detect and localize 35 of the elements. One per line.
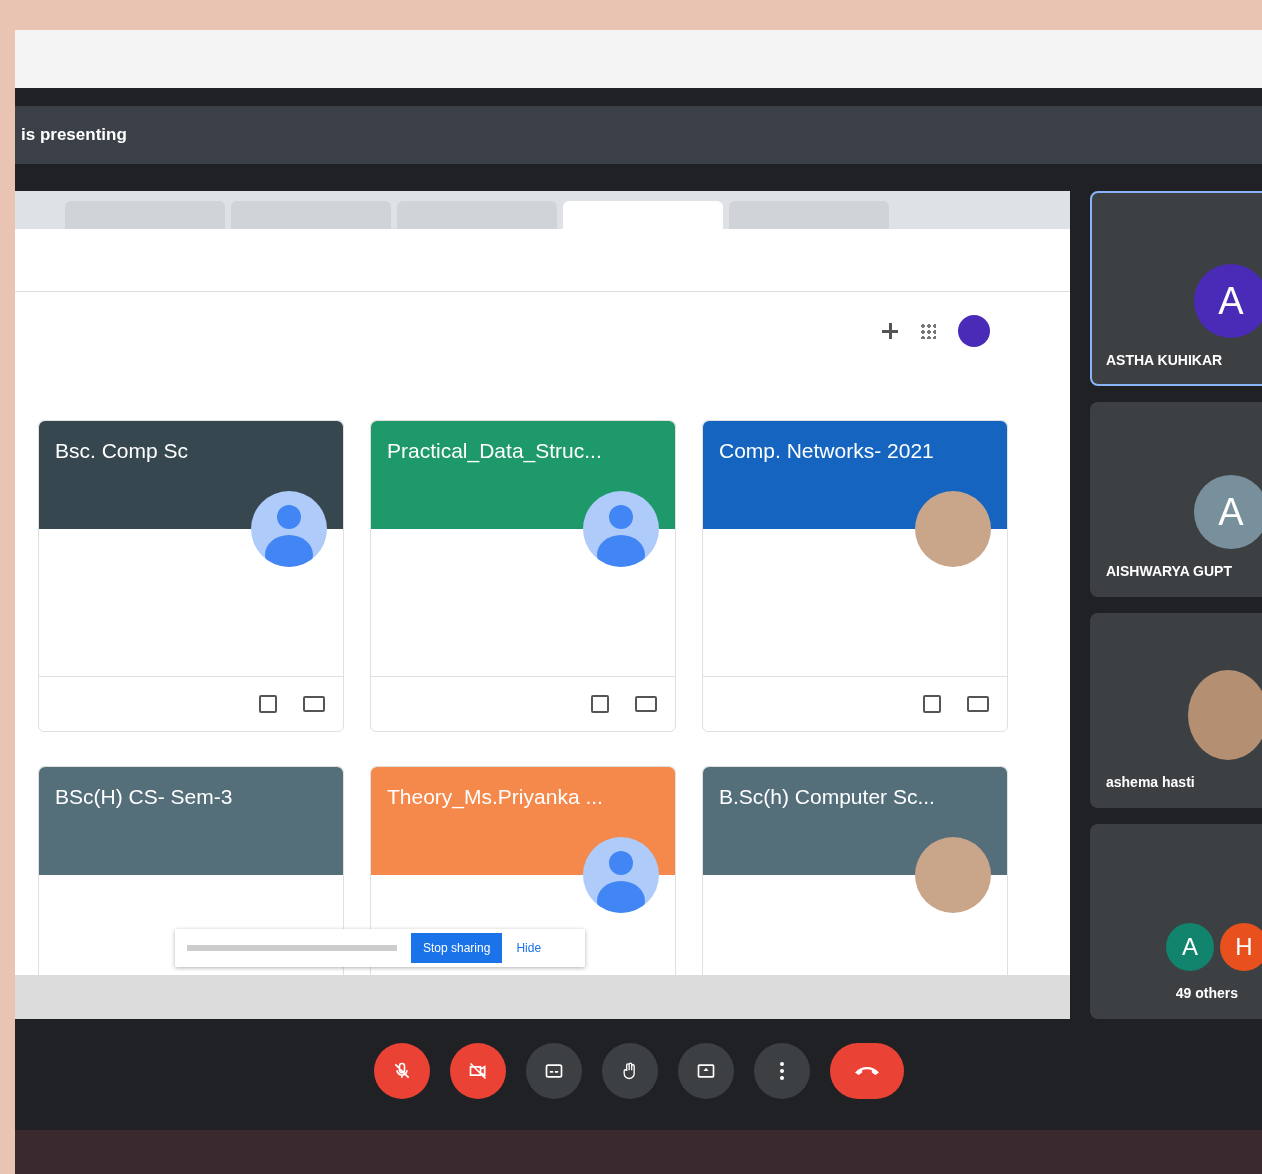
clipboard-icon[interactable] <box>923 695 941 713</box>
leave-call-button[interactable] <box>829 1043 904 1099</box>
clipboard-icon[interactable] <box>259 695 277 713</box>
class-title[interactable]: B.Sc(h) Computer Sc... <box>719 785 991 809</box>
class-card[interactable]: BSc(H) CS- Sem-3 <box>38 766 344 975</box>
captions-icon <box>543 1061 564 1081</box>
folder-icon[interactable] <box>303 696 325 712</box>
class-card[interactable]: Bsc. Comp Sc <box>38 420 344 732</box>
class-card[interactable]: Practical_Data_Struc... <box>370 420 676 732</box>
participant-name: ASTHA KUHIKAR <box>1106 352 1224 368</box>
others-count: 49 others <box>1174 985 1239 1001</box>
participant-avatar: A <box>1194 475 1262 549</box>
class-title[interactable]: Practical_Data_Struc... <box>387 439 659 463</box>
clipboard-icon[interactable] <box>591 695 609 713</box>
class-title[interactable]: BSc(H) CS- Sem-3 <box>55 785 327 809</box>
participant-avatar: A <box>1194 264 1262 338</box>
class-card[interactable]: Comp. Networks- 2021 <box>702 420 1008 732</box>
participant-name: AISHWARYA GUPT <box>1106 563 1233 579</box>
class-title[interactable]: Comp. Networks- 2021 <box>719 439 991 463</box>
participant-avatar: H <box>1220 923 1262 971</box>
class-title[interactable]: Bsc. Comp Sc <box>55 439 327 463</box>
present-screen-icon <box>695 1061 716 1081</box>
camera-off-icon <box>467 1061 488 1081</box>
apps-grid-icon[interactable] <box>920 323 936 339</box>
stop-sharing-button[interactable]: Stop sharing <box>411 933 503 963</box>
participant-avatar: A <box>1166 923 1214 971</box>
phone-icon <box>854 1067 879 1075</box>
more-icon <box>779 1062 784 1080</box>
presenting-label: is presenting <box>21 125 127 145</box>
participant-name: ashema hasti <box>1106 774 1196 790</box>
hide-link[interactable]: Hide <box>516 941 542 955</box>
folder-icon[interactable] <box>967 696 989 712</box>
class-card[interactable]: B.Sc(h) Computer Sc... <box>702 766 1008 975</box>
folder-icon[interactable] <box>635 696 657 712</box>
account-avatar[interactable] <box>958 315 990 347</box>
